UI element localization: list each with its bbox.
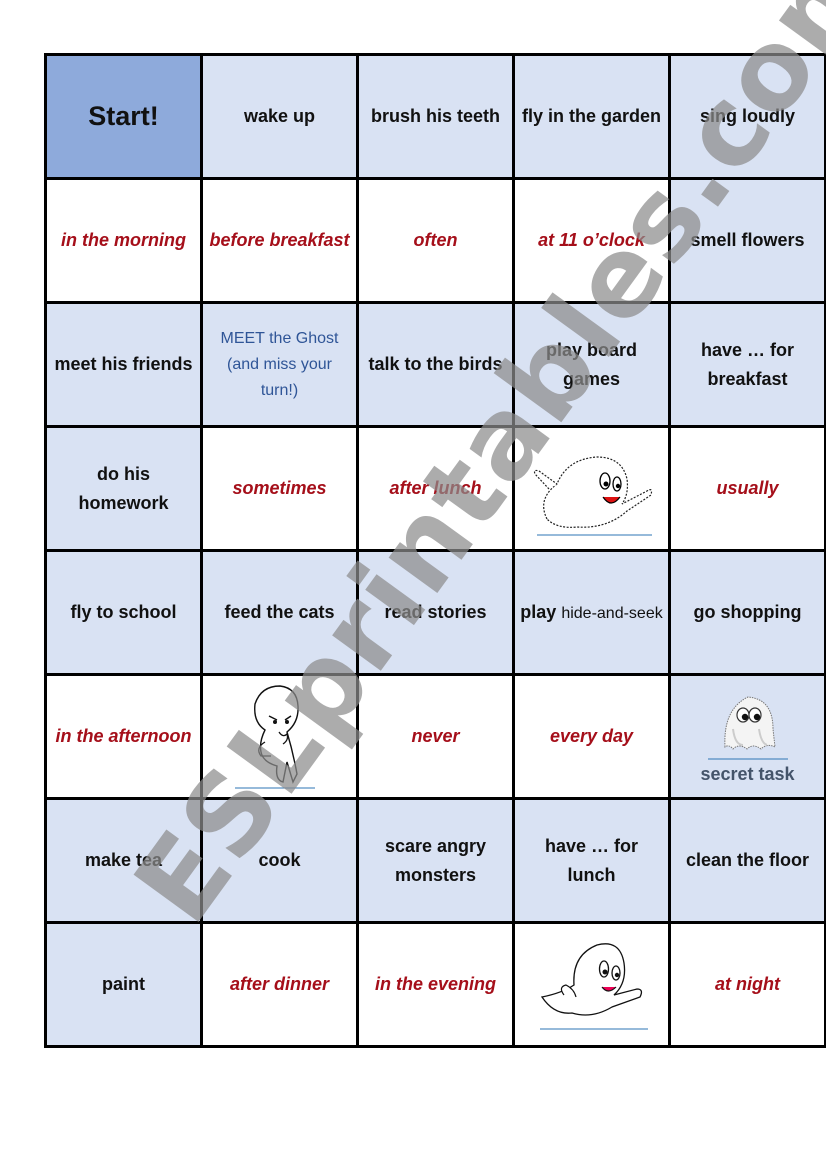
board-square: brush his teeth xyxy=(356,53,515,180)
time-expression-square: after lunch xyxy=(356,425,515,552)
board-square: have … for breakfast xyxy=(668,301,826,428)
activity-object: hide-and-seek xyxy=(561,604,663,622)
ghost-picture-square xyxy=(512,425,671,552)
start-square: Start! xyxy=(44,53,203,180)
board-game-grid: Start! wake up brush his teeth fly in the g… xyxy=(44,53,826,1048)
board-square: play board games xyxy=(512,301,671,428)
secret-task-label: secret task xyxy=(700,763,795,784)
board-row: paint after dinner in the evening at night xyxy=(44,921,826,1048)
board-square: feed the cats xyxy=(200,549,359,676)
sheet-ghost-icon xyxy=(675,689,820,761)
time-expression-square: at 11 o’clock xyxy=(512,177,671,304)
board-square: clean the floor xyxy=(668,797,826,924)
time-expression-square: every day xyxy=(512,673,671,800)
flying-ghost-waving-icon xyxy=(519,439,664,539)
board-square: meet his friends xyxy=(44,301,203,428)
board-square: read stories xyxy=(356,549,515,676)
board-row: fly to school feed the cats read stories pl… xyxy=(44,549,826,676)
board-square: go shopping xyxy=(668,549,826,676)
board-row: in the morning before breakfast often at 11… xyxy=(44,177,826,304)
board-square: fly in the garden xyxy=(512,53,671,180)
time-expression-square: never xyxy=(356,673,515,800)
time-expression-square: usually xyxy=(668,425,826,552)
time-expression-square: after dinner xyxy=(200,921,359,1048)
board-square: do his homework xyxy=(44,425,203,552)
time-expression-square: in the afternoon xyxy=(44,673,203,800)
activity-verb: play xyxy=(520,601,557,622)
board-row: in the afternoon never every day secret t… xyxy=(44,673,826,800)
time-expression-square: in the evening xyxy=(356,921,515,1048)
board-square: make tea xyxy=(44,797,203,924)
board-row: do his homework sometimes after lunch usua… xyxy=(44,425,826,552)
board-square: sing loudly xyxy=(668,53,826,180)
secret-task-square: secret task xyxy=(668,673,826,800)
board-square: scare angry monsters xyxy=(356,797,515,924)
time-expression-square: before breakfast xyxy=(200,177,359,304)
time-expression-square: at night xyxy=(668,921,826,1048)
board-square: paint xyxy=(44,921,203,1048)
time-expression-square: often xyxy=(356,177,515,304)
thinking-ghost-icon xyxy=(207,682,352,792)
board-square: smell flowers xyxy=(668,177,826,304)
board-square: wake up xyxy=(200,53,359,180)
board-square: fly to school xyxy=(44,549,203,676)
flying-ghost-smiling-icon xyxy=(519,935,664,1035)
board-square: cook xyxy=(200,797,359,924)
board-square: talk to the birds xyxy=(356,301,515,428)
time-expression-square: sometimes xyxy=(200,425,359,552)
board-row: meet his friends MEET the Ghost (and miss… xyxy=(44,301,826,428)
board-square: have … for lunch xyxy=(512,797,671,924)
time-expression-square: in the morning xyxy=(44,177,203,304)
ghost-picture-square xyxy=(512,921,671,1048)
board-row: make tea cook scare angry monsters have … f… xyxy=(44,797,826,924)
meet-ghost-square: MEET the Ghost (and miss your turn!) xyxy=(200,301,359,428)
ghost-picture-square xyxy=(200,673,359,800)
board-row: Start! wake up brush his teeth fly in the g… xyxy=(44,53,826,180)
board-square: play hide-and-seek xyxy=(512,549,671,676)
